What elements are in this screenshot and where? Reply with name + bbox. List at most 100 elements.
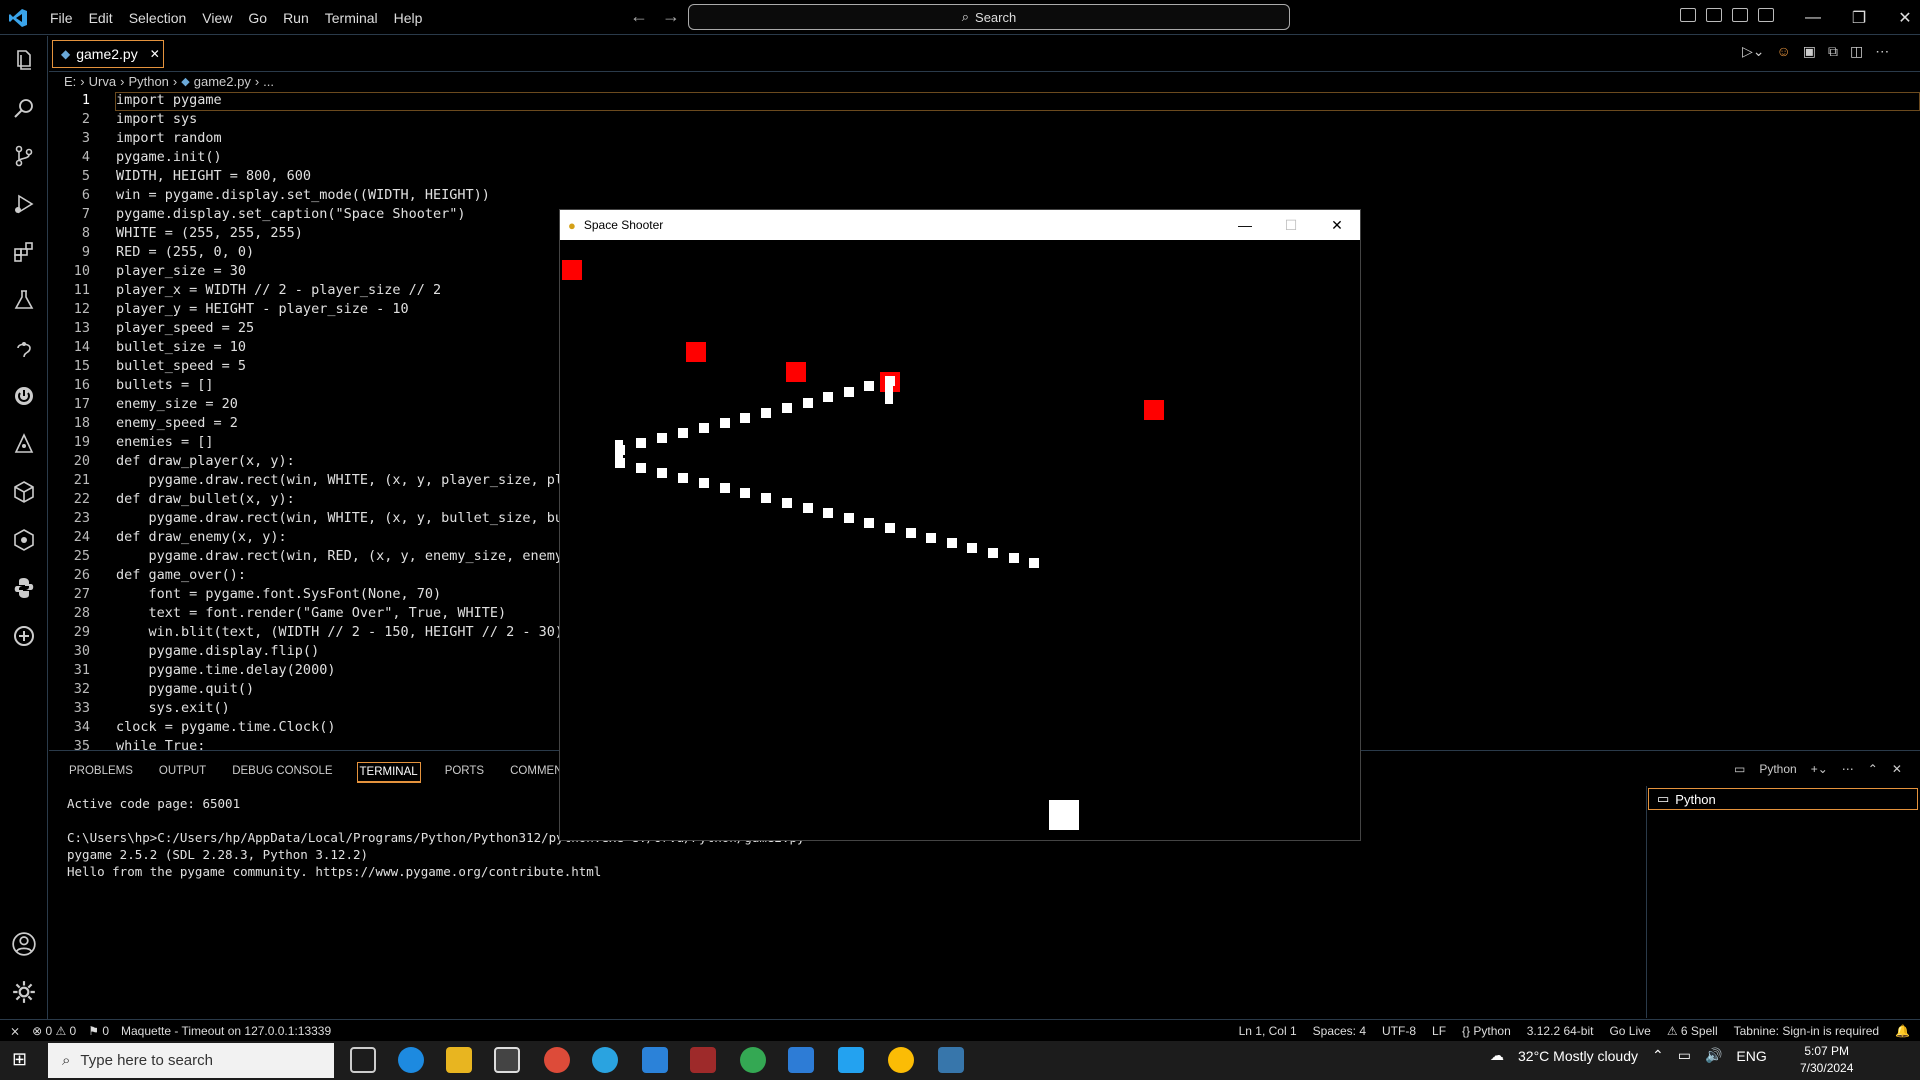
settings-gear-icon[interactable]: [10, 978, 38, 1006]
volume-icon[interactable]: 🔊: [1705, 1047, 1722, 1064]
weather-text[interactable]: 32°C Mostly cloudy: [1518, 1048, 1638, 1064]
chrome-icon[interactable]: [544, 1047, 570, 1073]
close-panel-icon[interactable]: ✕: [1892, 762, 1902, 776]
package-icon[interactable]: [10, 478, 38, 506]
command-search-box[interactable]: ⌕ Search: [688, 4, 1290, 30]
deploy-icon[interactable]: [10, 430, 38, 458]
run-debug-icon[interactable]: [10, 190, 38, 218]
code-line[interactable]: player_size = 30: [116, 263, 246, 279]
menu-help[interactable]: Help: [386, 10, 431, 26]
tabnine-icon[interactable]: [10, 622, 38, 650]
toggle-secondary-sidebar-icon[interactable]: [1732, 8, 1748, 22]
menu-edit[interactable]: Edit: [81, 10, 121, 26]
code-line[interactable]: bullet_size = 10: [116, 339, 246, 355]
microsoft-store-icon[interactable]: [494, 1047, 520, 1073]
breadcrumb-python[interactable]: Python: [128, 74, 168, 89]
more-actions-icon[interactable]: ⋯: [1842, 762, 1854, 776]
code-line[interactable]: pygame.display.set_caption("Space Shoote…: [116, 206, 466, 222]
chrome-taskbar-icon[interactable]: [888, 1047, 914, 1073]
python-interpreter[interactable]: 3.12.2 64-bit: [1527, 1024, 1594, 1038]
edge-browser-icon[interactable]: [398, 1047, 424, 1073]
app-icon[interactable]: [642, 1047, 668, 1073]
taskbar-search-box[interactable]: ⌕ Type here to search: [48, 1043, 334, 1078]
breadcrumb-file[interactable]: game2.py: [194, 74, 251, 89]
line-ending[interactable]: LF: [1432, 1024, 1446, 1038]
open-preview-icon[interactable]: ⧉: [1828, 43, 1838, 60]
terminal-list-item[interactable]: ▭ Python: [1648, 788, 1918, 810]
code-line[interactable]: def game_over():: [116, 567, 246, 583]
go-live-button[interactable]: Go Live: [1609, 1024, 1650, 1038]
mail-icon[interactable]: [788, 1047, 814, 1073]
code-line[interactable]: sys.exit(): [116, 700, 230, 716]
breadcrumb-urva[interactable]: Urva: [89, 74, 116, 89]
new-terminal-icon[interactable]: +⌄: [1811, 762, 1828, 776]
code-line[interactable]: enemies = []: [116, 434, 214, 450]
tab-terminal[interactable]: TERMINAL: [356, 762, 421, 783]
file-explorer-icon[interactable]: [446, 1047, 472, 1073]
breadcrumb-symbol[interactable]: ...: [263, 74, 274, 89]
close-icon[interactable]: ✕: [1882, 8, 1920, 28]
code-line[interactable]: pygame.display.flip(): [116, 643, 320, 659]
notifications-bell-icon[interactable]: 🔔: [1895, 1024, 1910, 1038]
code-line[interactable]: player_y = HEIGHT - player_size - 10: [116, 301, 409, 317]
live-preview-icon[interactable]: ▣: [1803, 43, 1816, 60]
spell-check[interactable]: ⚠ 6 Spell: [1667, 1024, 1718, 1038]
winrar-icon[interactable]: [690, 1047, 716, 1073]
code-line[interactable]: bullet_speed = 5: [116, 358, 246, 374]
maquette-status[interactable]: Maquette - Timeout on 127.0.0.1:13339: [121, 1024, 331, 1038]
tab-output[interactable]: OUTPUT: [157, 762, 208, 783]
code-line[interactable]: clock = pygame.time.Clock(): [116, 719, 335, 735]
code-line[interactable]: bullets = []: [116, 377, 214, 393]
customize-layout-icon[interactable]: [1758, 8, 1774, 22]
minimize-icon[interactable]: —: [1790, 9, 1836, 27]
code-line[interactable]: player_x = WIDTH // 2 - player_size // 2: [116, 282, 441, 298]
windows-start-icon[interactable]: ⊞: [12, 1049, 27, 1070]
code-line[interactable]: win = pygame.display.set_mode((WIDTH, HE…: [116, 187, 490, 203]
code-line[interactable]: pygame.draw.rect(win, RED, (x, y, enemy_…: [116, 548, 588, 564]
code-line[interactable]: pygame.time.delay(2000): [116, 662, 336, 678]
code-line[interactable]: pygame.draw.rect(win, WHITE, (x, y, bull…: [116, 510, 588, 526]
vscode-taskbar-icon[interactable]: [838, 1047, 864, 1073]
accounts-icon[interactable]: [10, 930, 38, 958]
code-line[interactable]: WHITE = (255, 255, 255): [116, 225, 303, 241]
code-line[interactable]: enemy_size = 20: [116, 396, 238, 412]
toggle-panel-icon[interactable]: [1706, 8, 1722, 22]
network-icon[interactable]: ▭: [1678, 1047, 1691, 1064]
menu-view[interactable]: View: [194, 10, 240, 26]
menu-file[interactable]: File: [42, 10, 81, 26]
forward-arrow-icon[interactable]: →: [662, 6, 680, 27]
search-icon[interactable]: [10, 94, 38, 122]
gitkraken-icon[interactable]: [10, 526, 38, 554]
task-view-icon[interactable]: [350, 1047, 376, 1073]
power-extension-icon[interactable]: [10, 382, 38, 410]
cursor-position[interactable]: Ln 1, Col 1: [1239, 1024, 1297, 1038]
restore-icon[interactable]: ❐: [1836, 8, 1882, 28]
testing-flask-icon[interactable]: [10, 286, 38, 314]
code-line[interactable]: font = pygame.font.SysFont(None, 70): [116, 586, 442, 602]
game-canvas[interactable]: [560, 240, 1360, 840]
code-line[interactable]: win.blit(text, (WIDTH // 2 - 150, HEIGHT…: [116, 624, 572, 640]
code-line[interactable]: player_speed = 25: [116, 320, 254, 336]
language-mode[interactable]: {} Python: [1462, 1024, 1511, 1038]
code-line[interactable]: RED = (255, 0, 0): [116, 244, 254, 260]
python-taskbar-icon[interactable]: [938, 1047, 964, 1073]
tab-game2-py[interactable]: ◆ game2.py ✕: [52, 40, 164, 68]
tab-problems[interactable]: PROBLEMS: [67, 762, 135, 783]
code-line[interactable]: pygame.draw.rect(win, WHITE, (x, y, play…: [116, 472, 588, 488]
menu-selection[interactable]: Selection: [121, 10, 195, 26]
tab-ports[interactable]: PORTS: [443, 762, 486, 783]
weather-cloud-icon[interactable]: ☁: [1490, 1047, 1504, 1064]
code-line[interactable]: WIDTH, HEIGHT = 800, 600: [116, 168, 311, 184]
code-line[interactable]: def draw_enemy(x, y):: [116, 529, 287, 545]
tab-debug-console[interactable]: DEBUG CONSOLE: [230, 762, 334, 783]
taskbar-clock[interactable]: 5:07 PM 7/30/2024: [1800, 1043, 1853, 1077]
copilot-icon[interactable]: ☺: [1777, 43, 1791, 60]
more-actions-icon[interactable]: ⋯: [1875, 43, 1889, 60]
indentation[interactable]: Spaces: 4: [1313, 1024, 1366, 1038]
maximize-icon[interactable]: ☐: [1268, 210, 1314, 240]
code-line[interactable]: pygame.init(): [116, 149, 222, 165]
code-line[interactable]: text = font.render("Game Over", True, WH…: [116, 605, 507, 621]
code-line[interactable]: import sys: [116, 111, 197, 127]
maximize-panel-icon[interactable]: ⌃: [1868, 762, 1878, 776]
code-line[interactable]: enemy_speed = 2: [116, 415, 238, 431]
